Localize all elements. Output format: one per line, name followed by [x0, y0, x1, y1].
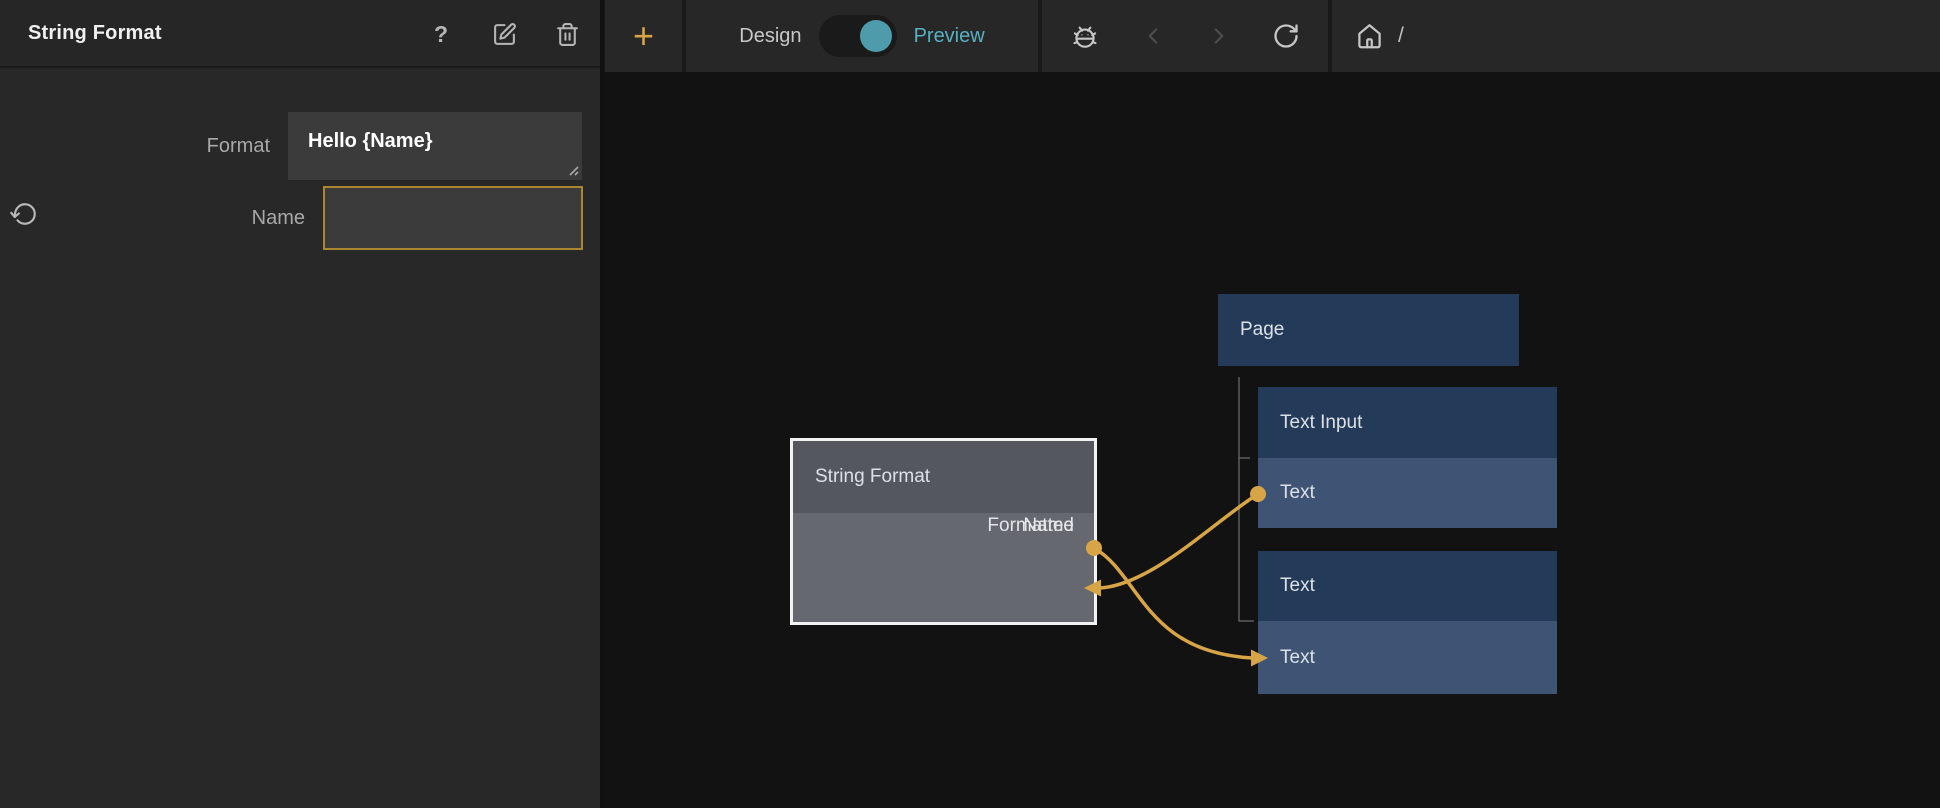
edit-icon — [492, 22, 517, 47]
text-node-header: Text — [1258, 551, 1557, 621]
chevron-left-icon — [1140, 23, 1166, 49]
format-property-label: Format — [0, 133, 270, 159]
wire-textinput-to-name[interactable] — [1100, 494, 1258, 588]
app-window: String Format ? — [0, 0, 1940, 808]
nav-forward-button[interactable] — [1206, 23, 1232, 49]
nav-back-button[interactable] — [1140, 23, 1166, 49]
breadcrumb-separator: / — [1398, 24, 1404, 48]
text-node-text-port[interactable]: Text — [1258, 621, 1557, 694]
add-node-button[interactable]: + — [633, 18, 654, 54]
panel-title: String Format — [28, 22, 162, 45]
trash-icon — [555, 22, 580, 47]
text-input-node-header: Text Input — [1258, 387, 1557, 458]
text-node-title: Text — [1280, 575, 1315, 597]
hierarchy-line — [1239, 377, 1254, 621]
text-input-node[interactable]: Text Input Text — [1258, 387, 1557, 528]
bug-icon — [1070, 21, 1100, 51]
debug-button[interactable] — [1070, 21, 1100, 51]
panel-header-actions: ? — [428, 0, 600, 68]
wire-formatted-to-text[interactable] — [1094, 548, 1252, 658]
panel-header: String Format ? — [0, 0, 600, 68]
preview-mode-label[interactable]: Preview — [914, 25, 985, 48]
property-panel: String Format ? — [0, 0, 600, 808]
delete-node-button[interactable] — [554, 21, 580, 47]
page-node-title: Page — [1240, 319, 1284, 341]
string-format-node-title: String Format — [815, 466, 930, 488]
edit-node-button[interactable] — [491, 21, 517, 47]
chevron-right-icon — [1206, 23, 1232, 49]
toggle-knob — [860, 20, 892, 52]
name-property-label: Name — [0, 205, 305, 231]
string-format-node-header: String Format — [793, 441, 1094, 513]
toolbar: + Design Preview — [604, 0, 1940, 72]
toolbar-add-section: + — [605, 0, 682, 72]
home-button[interactable] — [1356, 23, 1383, 50]
refresh-button[interactable] — [1272, 22, 1300, 50]
home-icon — [1356, 23, 1383, 50]
textarea-resize-handle-icon[interactable] — [565, 162, 579, 176]
toolbar-breadcrumb-section: / — [1332, 0, 1940, 72]
help-button[interactable]: ? — [428, 21, 454, 47]
name-value-input[interactable] — [323, 186, 583, 250]
toolbar-mode-section: Design Preview — [686, 0, 1038, 72]
text-input-text-port[interactable]: Text — [1258, 458, 1557, 528]
refresh-icon — [1272, 22, 1300, 50]
text-node-text-port-label: Text — [1280, 647, 1315, 669]
string-format-node-selected[interactable]: String Format Formatted Name — [790, 438, 1097, 625]
panel-body: Format Hello {Name} Name — [0, 70, 600, 808]
design-preview-toggle[interactable] — [819, 15, 897, 57]
node-graph-canvas[interactable]: Page Text Input Text Text Text String Fo… — [604, 72, 1940, 808]
toolbar-nav-section — [1042, 0, 1328, 72]
name-input-port[interactable]: Name — [793, 513, 1094, 539]
text-input-node-title: Text Input — [1280, 412, 1362, 434]
page-node-header: Page — [1218, 294, 1519, 366]
string-format-node-body: Formatted Name — [793, 513, 1094, 622]
format-value-textarea[interactable]: Hello {Name} — [288, 112, 582, 180]
text-node[interactable]: Text Text — [1258, 551, 1557, 694]
question-mark-icon: ? — [434, 21, 448, 48]
design-mode-label[interactable]: Design — [739, 25, 801, 48]
text-input-text-port-label: Text — [1280, 482, 1315, 504]
page-node[interactable]: Page — [1218, 294, 1519, 366]
